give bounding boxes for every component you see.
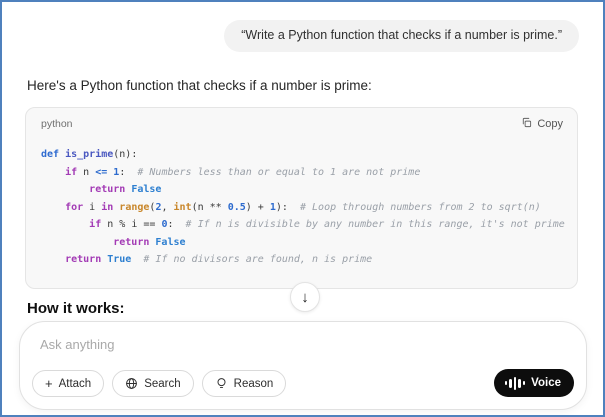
voice-button-label: Voice [531, 377, 561, 389]
down-arrow-icon: ↓ [301, 289, 309, 306]
composer-actions: + Attach Search Reason [32, 370, 286, 397]
globe-icon [125, 377, 138, 390]
code-content: def is_prime(n): if n <= 1: # Numbers le… [26, 133, 577, 281]
code-line: return False [41, 234, 563, 252]
lightbulb-icon [215, 377, 228, 390]
search-button-label: Search [144, 378, 180, 390]
copy-icon [521, 117, 532, 131]
attach-button[interactable]: + Attach [32, 370, 104, 397]
scroll-down-button[interactable]: ↓ [290, 282, 320, 312]
code-language-label: python [41, 118, 73, 130]
plus-icon: + [45, 377, 53, 390]
message-input[interactable] [26, 330, 566, 358]
copy-button-label: Copy [537, 118, 563, 130]
voice-waveform-icon [505, 377, 526, 390]
voice-button[interactable]: Voice [494, 369, 574, 397]
reason-button-label: Reason [234, 378, 274, 390]
composer: + Attach Search Reason Voice [19, 321, 587, 410]
code-line: return False [41, 181, 563, 199]
code-line: if n <= 1: # Numbers less than or equal … [41, 164, 563, 182]
copy-button[interactable]: Copy [521, 117, 563, 131]
code-block: python Copy def is_prime(n): if n <= 1: … [25, 107, 578, 289]
code-line: for i in range(2, int(n ** 0.5) + 1): # … [41, 199, 563, 217]
chat-window: “Write a Python function that checks if … [0, 0, 605, 417]
assistant-intro-text: Here's a Python function that checks if … [27, 78, 372, 93]
reason-button[interactable]: Reason [202, 370, 287, 397]
code-line: def is_prime(n): [41, 146, 563, 164]
code-line: return True # If no divisors are found, … [41, 251, 563, 269]
code-block-header: python Copy [26, 108, 577, 133]
attach-button-label: Attach [59, 378, 92, 390]
user-message-text: “Write a Python function that checks if … [241, 28, 562, 42]
search-button[interactable]: Search [112, 370, 193, 397]
code-line: if n % i == 0: # If n is divisible by an… [41, 216, 563, 234]
section-heading: How it works: [27, 300, 125, 317]
user-message-bubble: “Write a Python function that checks if … [224, 20, 579, 52]
